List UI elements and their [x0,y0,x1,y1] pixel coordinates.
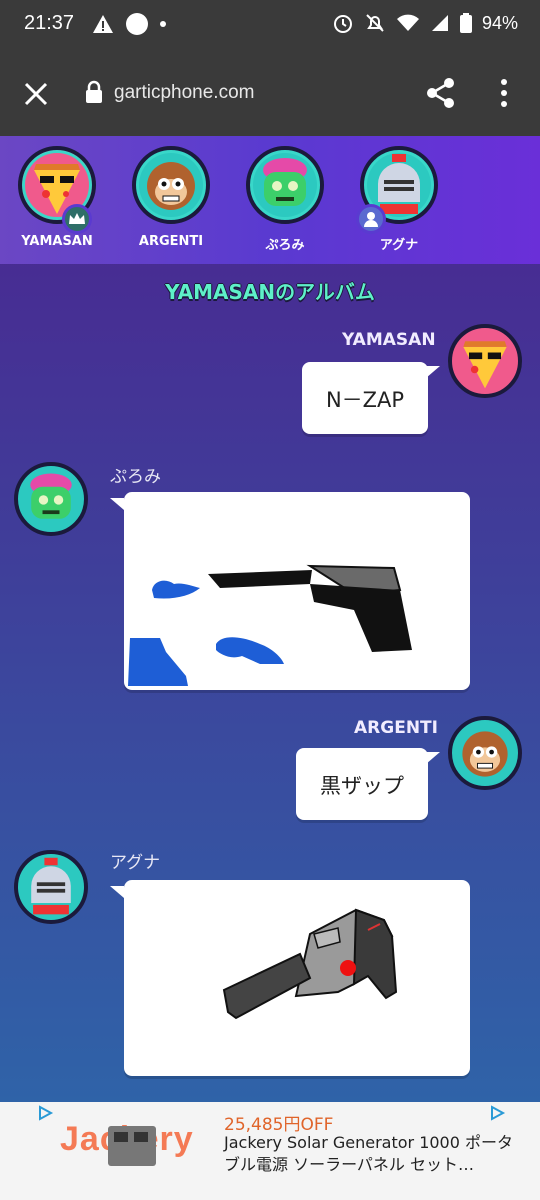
drawing-nzap-gray [222,908,398,1020]
browser-toolbar: garticphone.com [0,52,540,136]
player-name: アグナ [379,238,419,253]
power-station-icon [108,1126,156,1166]
battery-icon [459,13,472,33]
message-text: N－ZAP [325,388,405,412]
more-notifications-dot-icon [160,21,166,27]
ad-choices-icon[interactable] [36,1104,54,1122]
alarm-icon [333,15,352,33]
battery-percent: 94% [481,12,518,33]
drawing-card [124,880,470,1076]
knight-avatar-icon [31,857,71,915]
warning-icon [93,15,113,33]
ad-description: Jackery Solar Generator 1000 ポータブル電源 ソーラ… [224,1133,513,1174]
pizza-avatar-icon [463,341,507,389]
avatar-brain-zombie [246,146,324,224]
close-icon[interactable] [20,78,52,110]
avatar-brain-zombie [14,462,88,536]
avatar-monkey [132,146,210,224]
monkey-avatar-icon [147,162,195,210]
gartic-app: YAMASAN ARGENTI ぷろみ アグナ YAMASANのアルバム YAM… [0,136,540,1102]
player-puromi[interactable]: ぷろみ [230,146,340,253]
player-name: ぷろみ [265,238,305,253]
drawing-nzap-blue-black [128,564,412,686]
zombie-avatar-icon [263,158,307,206]
ad-banner[interactable]: Jackery 25,485円OFF Jackery Solar Generat… [0,1102,540,1200]
drawing-card [124,492,470,690]
message-bubble: N－ZAP [302,362,428,434]
avatar-pizza [448,324,522,398]
player-name: ARGENTI [138,234,204,249]
zombie-avatar-icon [30,473,72,519]
player-yamasan[interactable]: YAMASAN [2,146,112,249]
player-name: YAMASAN [21,234,93,249]
message-author: YAMASAN [342,330,436,350]
player-argenti[interactable]: ARGENTI [116,146,226,249]
signal-icon [431,15,448,31]
message-author: ARGENTI [354,718,438,738]
player-aguna[interactable]: アグナ [344,146,454,253]
avatar-monkey [448,716,522,790]
more-options-icon[interactable] [494,78,514,108]
lock-icon [86,80,102,103]
avatar-knight [14,850,88,924]
mute-bell-icon [366,14,384,32]
user-badge-icon [356,204,386,234]
message-text: 黒ザップ [320,774,404,798]
message-author: ぷろみ [110,467,161,487]
url-text[interactable]: garticphone.com [114,82,254,104]
crown-badge-icon [62,204,92,234]
share-icon[interactable] [424,76,458,110]
wifi-icon [396,14,419,31]
message-author: アグナ [110,853,161,873]
message-bubble: 黒ザップ [296,748,428,820]
players-bar: YAMASAN ARGENTI ぷろみ アグナ [0,136,540,264]
status-bar: 21:37 94% [0,0,540,52]
ad-info-icon[interactable] [488,1104,506,1122]
clock: 21:37 [24,12,75,34]
monkey-avatar-icon [462,731,508,777]
notification-circle-icon [126,13,148,35]
album-title: YAMASANのアルバム [165,280,375,304]
